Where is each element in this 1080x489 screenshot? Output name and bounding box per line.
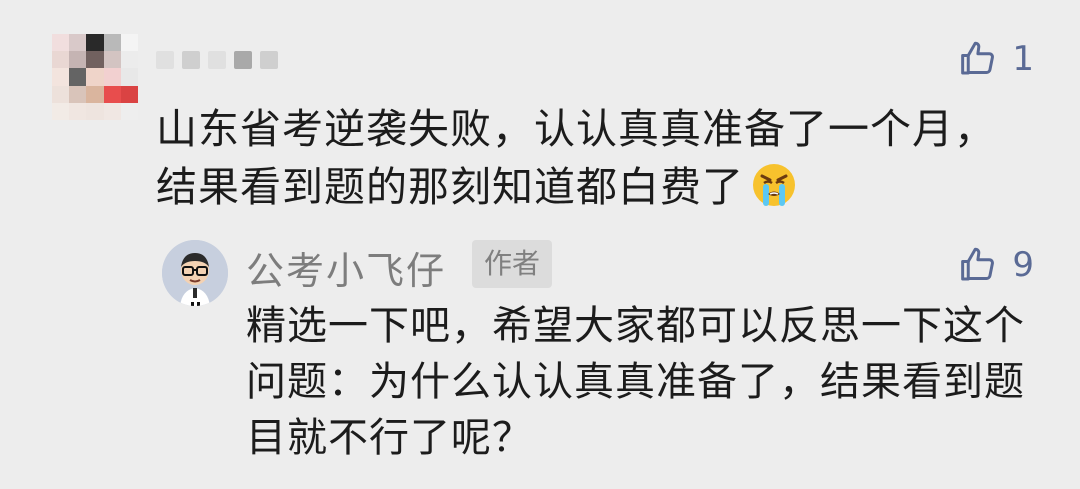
- like-count: 1: [1012, 39, 1034, 79]
- comment-thread: 1 山东省考逆袭失败，认认真真准备了一个月，结果看到题的那刻知道都白费了 公考小…: [0, 0, 1080, 489]
- reply-like-count: 9: [1012, 245, 1034, 285]
- crying-face-icon: [753, 164, 795, 206]
- reply-like-button[interactable]: 9: [956, 244, 1034, 286]
- like-button[interactable]: 1: [956, 38, 1034, 80]
- cartoon-avatar-icon: [162, 240, 228, 306]
- author-avatar[interactable]: [162, 240, 228, 306]
- author-name[interactable]: 公考小飞仔: [246, 240, 446, 295]
- avatar[interactable]: [52, 34, 138, 120]
- comment-body: 山东省考逆袭失败，认认真真准备了一个月，结果看到题的那刻知道都白费了: [156, 100, 1036, 216]
- thumbs-up-icon: [961, 41, 995, 75]
- reply-body: 精选一下吧，希望大家都可以反思一下这个问题：为什么认认真真准备了，结果看到题目就…: [246, 303, 1025, 461]
- comment-text: 山东省考逆袭失败，认认真真准备了一个月，结果看到题的那刻知道都白费了: [156, 105, 996, 211]
- thumbs-up-icon: [961, 247, 995, 281]
- username-redacted[interactable]: [156, 44, 278, 76]
- author-badge: 作者: [472, 240, 553, 288]
